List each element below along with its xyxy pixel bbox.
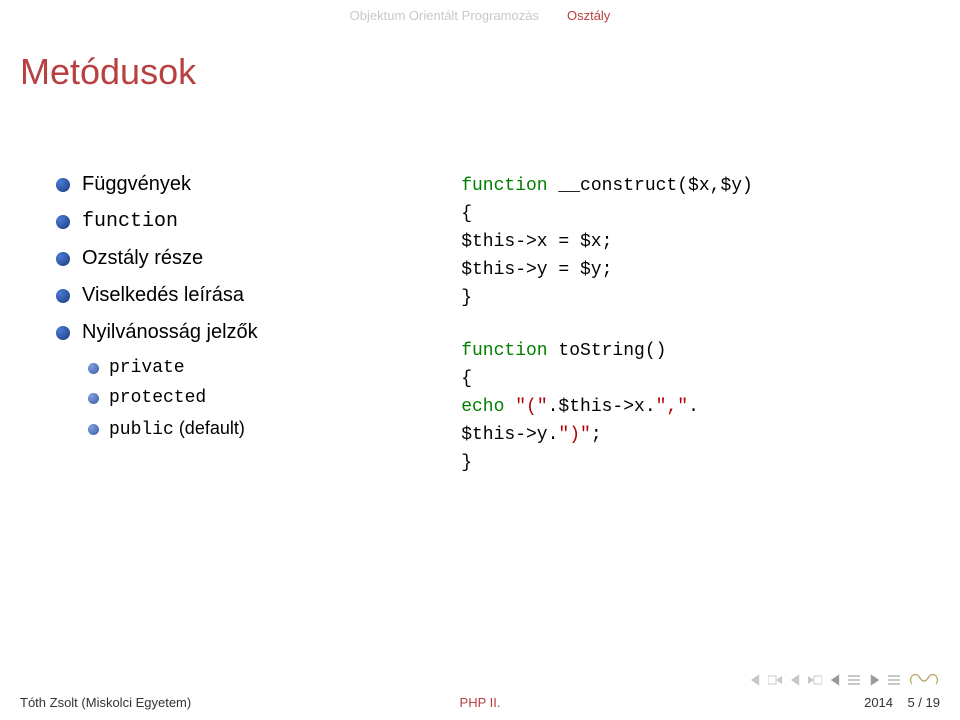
list-item: Viselkedés leírása xyxy=(56,284,451,307)
header-section-current: Osztály xyxy=(567,8,610,23)
code-line: $this->x = $x; xyxy=(461,229,960,257)
bullet-list: Függvények function Ozstály része Viselk… xyxy=(0,173,451,478)
header-breadcrumb: Objektum Orientált Programozás Osztály xyxy=(0,0,960,23)
footer-title: PHP II. xyxy=(460,695,501,710)
bullet-icon xyxy=(56,252,70,266)
bullet-icon xyxy=(88,393,99,404)
nav-next-sub-icon[interactable] xyxy=(868,673,882,687)
bullet-icon xyxy=(56,289,70,303)
nav-menu-icon[interactable] xyxy=(848,673,862,687)
list-item: Nyilvánosság jelzők xyxy=(56,321,451,344)
list-subitem: protected xyxy=(88,388,451,408)
list-item: Ozstály része xyxy=(56,247,451,270)
bullet-text: Nyilvánosság jelzők xyxy=(82,321,258,344)
bullet-text: public (default) xyxy=(109,418,245,440)
bullet-text: protected xyxy=(109,388,206,408)
list-subitem: public (default) xyxy=(88,418,451,440)
page-title: Metódusok xyxy=(20,51,960,93)
nav-prev-sub-icon[interactable] xyxy=(828,673,842,687)
nav-menu2-icon[interactable] xyxy=(888,673,902,687)
nav-loop-icon[interactable] xyxy=(908,672,938,688)
footer-page: 2014 5 / 19 xyxy=(864,695,940,710)
code-line: { xyxy=(461,366,960,394)
code-line: } xyxy=(461,285,960,313)
bullet-text: Viselkedés leírása xyxy=(82,284,244,307)
bullet-text: function xyxy=(82,210,178,233)
list-item: function xyxy=(56,210,451,233)
nav-prev-icon[interactable] xyxy=(788,673,802,687)
content-columns: Függvények function Ozstály része Viselk… xyxy=(0,173,960,478)
footer: Tóth Zsolt (Miskolci Egyetem) PHP II. 20… xyxy=(0,695,960,710)
nav-first-icon[interactable] xyxy=(748,673,762,687)
bullet-icon xyxy=(56,326,70,340)
code-line: echo "(".$this->x.",". xyxy=(461,394,960,422)
nav-controls xyxy=(748,672,938,688)
nav-prev-outline-icon[interactable] xyxy=(768,673,782,687)
code-line: $this->y.")"; xyxy=(461,422,960,450)
bullet-icon xyxy=(56,215,70,229)
code-line: $this->y = $y; xyxy=(461,257,960,285)
bullet-icon xyxy=(88,363,99,374)
code-line: } xyxy=(461,450,960,478)
nav-next-outline-icon[interactable] xyxy=(808,673,822,687)
list-item: Függvények xyxy=(56,173,451,196)
code-block: function __construct($x,$y) { $this->x =… xyxy=(451,173,960,478)
bullet-text: private xyxy=(109,358,185,378)
code-line: { xyxy=(461,201,960,229)
code-line: function toString() xyxy=(461,338,960,366)
bullet-text: Függvények xyxy=(82,173,191,196)
footer-author: Tóth Zsolt (Miskolci Egyetem) xyxy=(20,695,191,710)
bullet-icon xyxy=(88,424,99,435)
header-section-topic: Objektum Orientált Programozás xyxy=(350,8,539,23)
code-line: function __construct($x,$y) xyxy=(461,173,960,201)
list-subitem: private xyxy=(88,358,451,378)
code-blank xyxy=(461,312,960,338)
bullet-icon xyxy=(56,178,70,192)
bullet-text: Ozstály része xyxy=(82,247,203,270)
